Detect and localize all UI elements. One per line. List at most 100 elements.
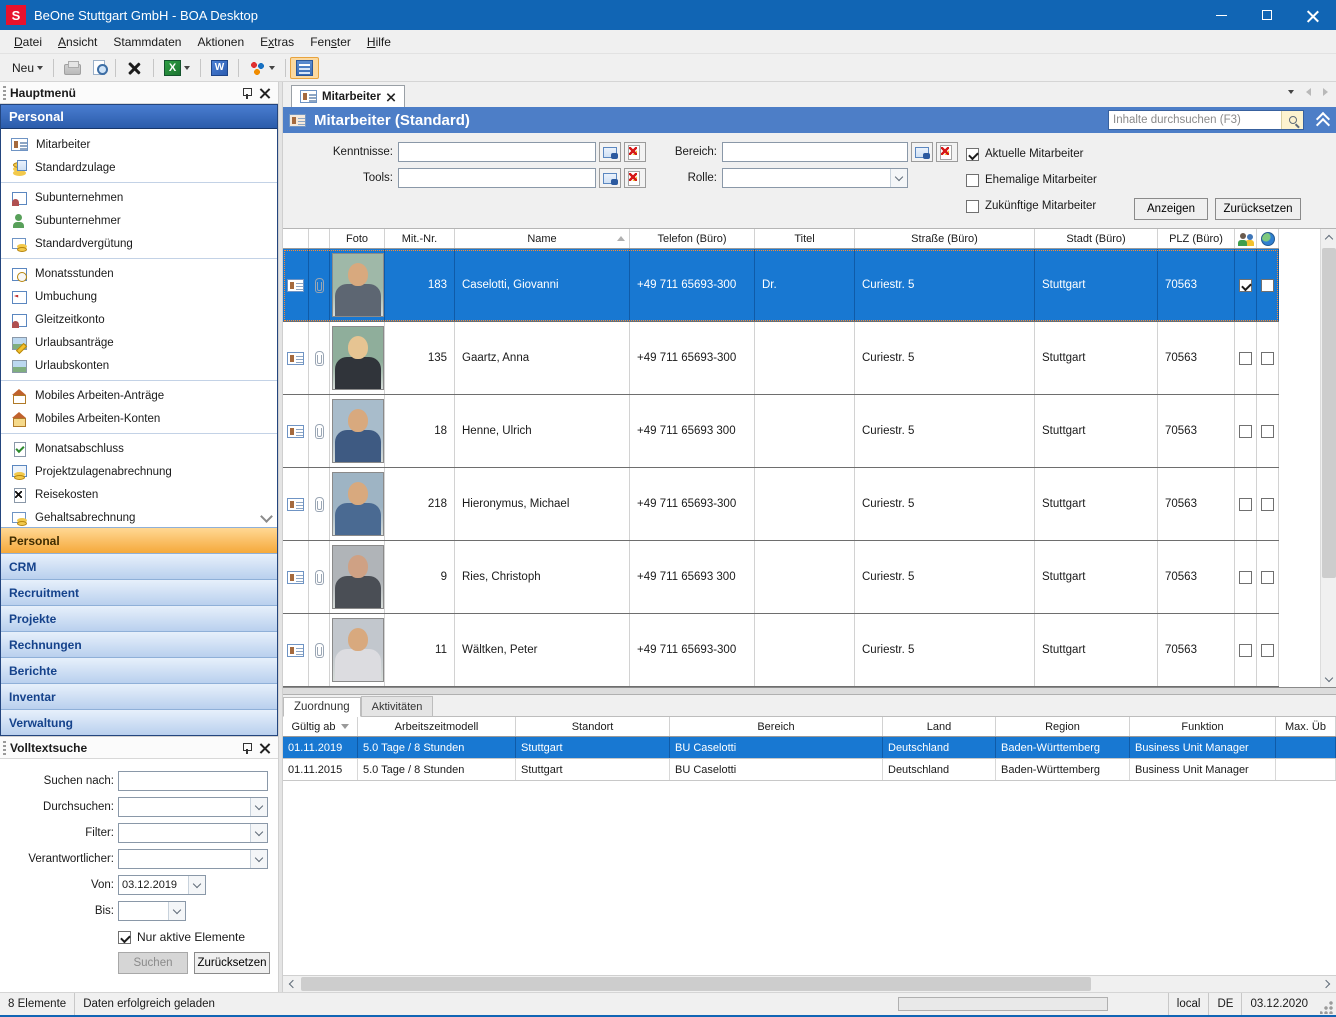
tab-aktivitaeten[interactable]: Aktivitäten xyxy=(361,696,434,716)
tools-input[interactable] xyxy=(398,168,596,188)
cell-group-flag[interactable] xyxy=(1235,468,1257,540)
column-stadt[interactable]: Stadt (Büro) xyxy=(1035,229,1158,248)
pin-icon[interactable] xyxy=(242,87,252,99)
section-inventar[interactable]: Inventar xyxy=(1,683,277,709)
pin-icon[interactable] xyxy=(242,742,252,754)
menu-stammdaten[interactable]: Stammdaten xyxy=(105,32,189,52)
column-land[interactable]: Land xyxy=(883,717,996,736)
anzeigen-button[interactable]: Anzeigen xyxy=(1134,198,1208,220)
sidebar-item-urlaubsantraege[interactable]: Urlaubsanträge xyxy=(1,331,277,354)
sidebar-item-mitarbeiter[interactable]: Mitarbeiter xyxy=(1,133,277,156)
tab-scroll-right-icon[interactable] xyxy=(1323,88,1328,96)
tab-zuordnung[interactable]: Zuordnung xyxy=(283,697,361,717)
section-rechnungen[interactable]: Rechnungen xyxy=(1,631,277,657)
content-searchbox[interactable] xyxy=(1108,110,1304,130)
chevron-down-icon[interactable] xyxy=(250,798,267,816)
drag-grip-icon[interactable] xyxy=(3,741,6,755)
sidebar-item-mobiles-arbeiten-konten[interactable]: Mobiles Arbeiten-Konten xyxy=(1,407,277,430)
column-gueltig-ab[interactable]: Gültig ab xyxy=(283,717,358,736)
row-attachment-cell[interactable] xyxy=(309,322,330,394)
section-crm[interactable]: CRM xyxy=(1,553,277,579)
column-plz[interactable]: PLZ (Büro) xyxy=(1158,229,1235,248)
scope-select[interactable] xyxy=(118,797,268,817)
globe-checkbox[interactable] xyxy=(1261,425,1274,438)
globe-checkbox[interactable] xyxy=(1261,498,1274,511)
section-verwaltung[interactable]: Verwaltung xyxy=(1,709,277,735)
group-checkbox[interactable] xyxy=(1239,352,1252,365)
row-attachment-cell[interactable] xyxy=(309,395,330,467)
tools-button[interactable] xyxy=(243,57,281,79)
sidebar-item-standardverguetung[interactable]: Standardvergütung xyxy=(1,232,277,255)
search-icon[interactable] xyxy=(1281,111,1303,129)
sidebar-item-monatsabschluss[interactable]: Monatsabschluss xyxy=(1,437,277,460)
sidebar-item-reisekosten[interactable]: Reisekosten xyxy=(1,483,277,506)
close-panel-icon[interactable] xyxy=(260,743,270,753)
close-tab-icon[interactable] xyxy=(387,93,395,101)
kenntnisse-lookup-button[interactable] xyxy=(599,142,621,162)
chevron-down-icon[interactable] xyxy=(250,824,267,842)
table-row[interactable]: 183 Caselotti, Giovanni +49 711 65693-30… xyxy=(283,249,1279,322)
minimize-button[interactable] xyxy=(1198,0,1244,30)
resize-grip[interactable] xyxy=(1320,1000,1334,1014)
menu-extras[interactable]: Extras xyxy=(252,32,302,52)
sidebar-item-standardzulage[interactable]: Standardzulage xyxy=(1,156,277,179)
from-date-picker[interactable]: 03.12.2019 xyxy=(118,875,206,895)
section-projekte[interactable]: Projekte xyxy=(1,605,277,631)
print-button[interactable] xyxy=(58,57,87,79)
kenntnisse-clear-button[interactable] xyxy=(624,142,646,162)
fulltext-reset-button[interactable]: Zurücksetzen xyxy=(194,952,270,974)
filter-reset-button[interactable]: Zurücksetzen xyxy=(1215,198,1301,220)
maximize-button[interactable] xyxy=(1244,0,1290,30)
chevron-down-icon[interactable] xyxy=(250,850,267,868)
globe-checkbox[interactable] xyxy=(1261,352,1274,365)
column-group[interactable] xyxy=(1235,229,1257,248)
sidebar-item-subunternehmer[interactable]: Subunternehmer xyxy=(1,209,277,232)
row-card-cell[interactable] xyxy=(283,249,309,321)
aktuelle-mitarbeiter-checkbox[interactable] xyxy=(966,148,979,161)
column-bereich[interactable]: Bereich xyxy=(670,717,883,736)
column-max-ueb[interactable]: Max. Üb xyxy=(1276,717,1336,736)
menu-hilfe[interactable]: Hilfe xyxy=(359,32,399,52)
sidebar-item-gleitzeitkonto[interactable]: Gleitzeitkonto xyxy=(1,308,277,331)
horizontal-scrollbar[interactable] xyxy=(283,975,1336,992)
column-foto[interactable]: Foto xyxy=(330,229,385,248)
table-row[interactable]: 9 Ries, Christoph +49 711 65693 300 Curi… xyxy=(283,541,1279,614)
panel-splitter[interactable] xyxy=(283,687,1336,695)
globe-checkbox[interactable] xyxy=(1261,279,1274,292)
ehemalige-mitarbeiter-checkbox[interactable] xyxy=(966,174,979,187)
group-checkbox[interactable] xyxy=(1239,498,1252,511)
column-funktion[interactable]: Funktion xyxy=(1130,717,1276,736)
tab-list-dropdown-icon[interactable] xyxy=(1288,90,1294,94)
tools-lookup-button[interactable] xyxy=(599,168,621,188)
sidebar-item-monatsstunden[interactable]: Monatsstunden xyxy=(1,262,277,285)
cell-globe-flag[interactable] xyxy=(1257,249,1279,321)
cell-group-flag[interactable] xyxy=(1235,249,1257,321)
row-attachment-cell[interactable] xyxy=(309,614,330,686)
table-row[interactable]: 11 Wältken, Peter +49 711 65693-300 Curi… xyxy=(283,614,1279,687)
sidebar-item-gehaltsabrechnung[interactable]: Gehaltsabrechnung xyxy=(1,506,277,527)
zukuenftige-mitarbeiter-checkbox[interactable] xyxy=(966,200,979,213)
to-date-picker[interactable] xyxy=(118,901,186,921)
cell-globe-flag[interactable] xyxy=(1257,322,1279,394)
cell-group-flag[interactable] xyxy=(1235,395,1257,467)
delete-button[interactable] xyxy=(120,57,149,79)
toggle-panel-button[interactable] xyxy=(290,57,319,79)
assignment-row[interactable]: 01.11.2015 5.0 Tage / 8 Stunden Stuttgar… xyxy=(283,759,1336,781)
cell-group-flag[interactable] xyxy=(1235,614,1257,686)
collapse-filter-icon[interactable] xyxy=(1316,113,1330,127)
section-berichte[interactable]: Berichte xyxy=(1,657,277,683)
globe-checkbox[interactable] xyxy=(1261,571,1274,584)
chevron-down-icon[interactable] xyxy=(188,876,205,894)
menu-aktionen[interactable]: Aktionen xyxy=(189,32,252,52)
sidebar-item-urlaubskonten[interactable]: Urlaubskonten xyxy=(1,354,277,377)
filter-select[interactable] xyxy=(118,823,268,843)
row-card-cell[interactable] xyxy=(283,614,309,686)
responsible-select[interactable] xyxy=(118,849,268,869)
only-active-checkbox[interactable] xyxy=(118,931,131,944)
chevron-down-icon[interactable] xyxy=(168,902,185,920)
cell-globe-flag[interactable] xyxy=(1257,468,1279,540)
scroll-down-button[interactable] xyxy=(1321,670,1336,687)
cell-group-flag[interactable] xyxy=(1235,541,1257,613)
close-panel-icon[interactable] xyxy=(260,88,270,98)
row-card-cell[interactable] xyxy=(283,468,309,540)
